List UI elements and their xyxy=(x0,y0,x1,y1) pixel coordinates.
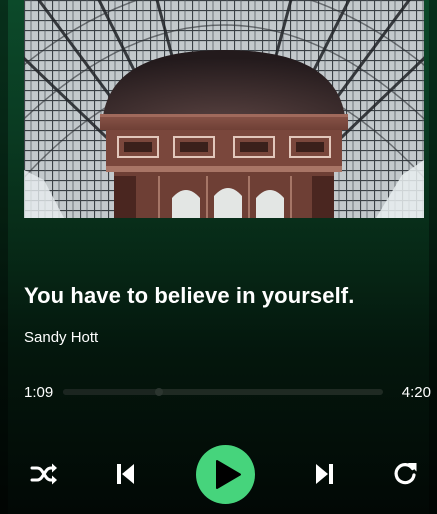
shuffle-icon xyxy=(30,463,57,485)
elapsed-time: 1:09 xyxy=(24,384,54,401)
track-artist: Sandy Hott xyxy=(24,329,99,346)
play-icon xyxy=(196,445,255,504)
album-art xyxy=(24,0,424,218)
next-track-button[interactable] xyxy=(308,458,340,490)
play-button[interactable] xyxy=(196,445,255,504)
right-edge-shade xyxy=(429,0,437,514)
track-title: You have to believe in yourself. xyxy=(24,283,355,308)
previous-track-button[interactable] xyxy=(110,458,142,490)
skip-next-icon xyxy=(316,464,333,484)
total-duration: 4:20 xyxy=(401,384,431,401)
progress-bar[interactable] xyxy=(63,388,383,396)
shuffle-button[interactable] xyxy=(28,458,60,490)
album-art-image xyxy=(24,0,424,218)
progress-thumb[interactable] xyxy=(155,388,163,396)
repeat-icon xyxy=(394,463,417,485)
progress-fill xyxy=(63,389,159,395)
skip-previous-icon xyxy=(117,464,134,484)
left-edge-shade xyxy=(0,0,8,514)
repeat-button[interactable] xyxy=(389,458,421,490)
